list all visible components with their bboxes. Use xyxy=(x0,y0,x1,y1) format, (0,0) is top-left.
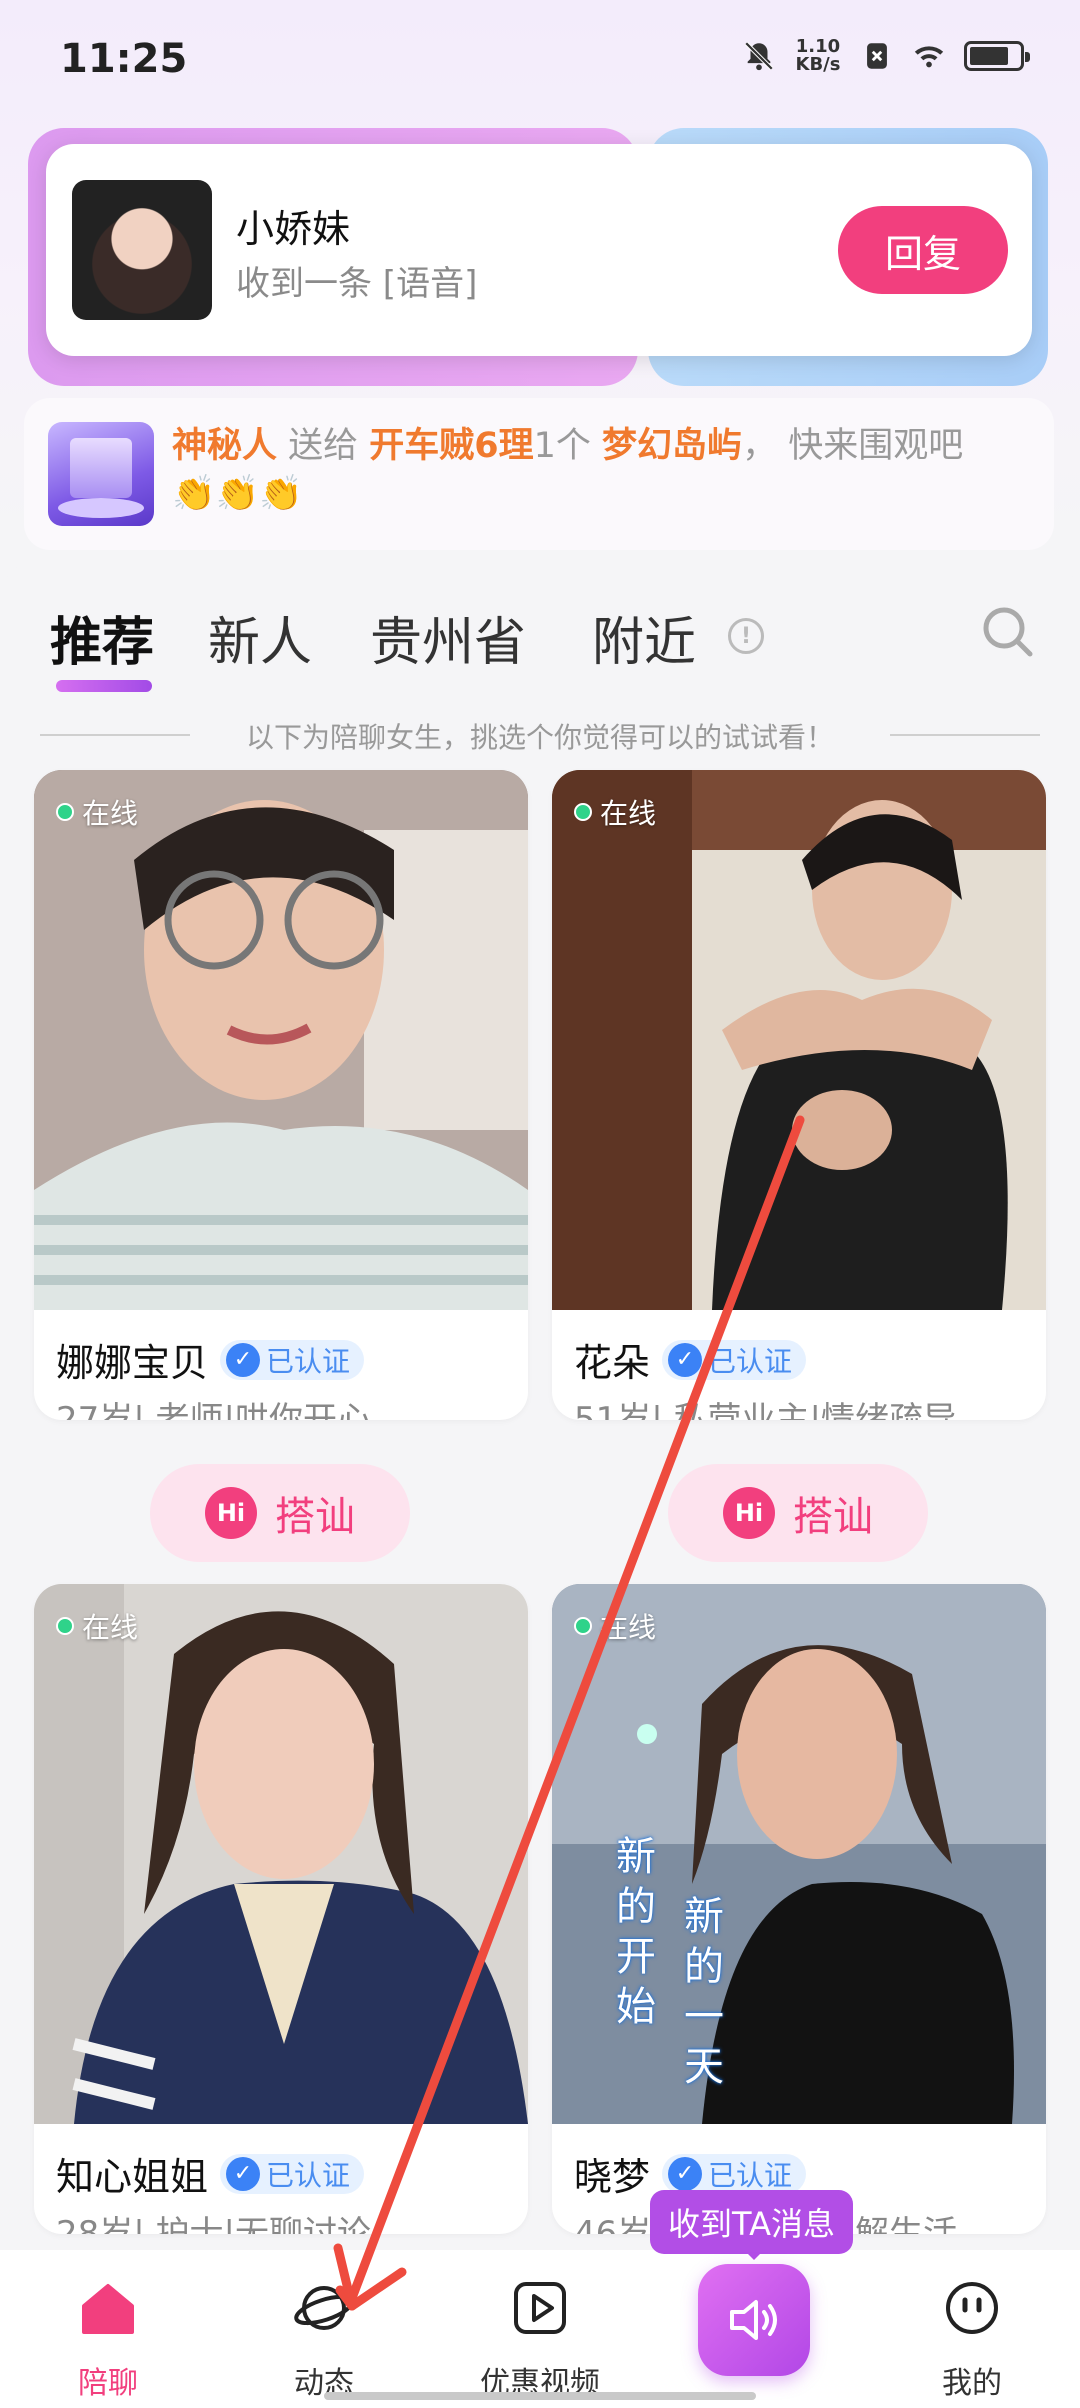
wifi-icon xyxy=(914,46,944,68)
profile-name: 娜娜宝贝 xyxy=(56,1341,209,1385)
verified-badge: ✓ 已认证 xyxy=(662,1339,807,1380)
search-icon[interactable] xyxy=(980,604,1036,660)
online-label: 在线 xyxy=(600,797,657,830)
category-tabs: 推荐 新人 贵州省 附近 xyxy=(0,600,1080,696)
reply-button[interactable]: 回复 xyxy=(838,206,1008,294)
online-dot xyxy=(574,803,592,821)
greet-button[interactable]: Hi 搭讪 xyxy=(150,1464,410,1562)
gift-receiver: 开车贼6理 xyxy=(369,426,534,466)
verified-badge: ✓ 已认证 xyxy=(220,2153,365,2194)
hint-divider-right xyxy=(890,734,1040,736)
gift-suffix: ， 快来围观吧 xyxy=(742,426,964,466)
online-status: 在线 xyxy=(574,792,656,832)
hi-icon: Hi xyxy=(205,1487,257,1539)
clap-emoji: 👏👏👏 xyxy=(172,474,303,514)
tab-province[interactable]: 贵州省 xyxy=(370,600,526,675)
online-status: 在线 xyxy=(574,1606,656,1646)
verified-check-icon: ✓ xyxy=(668,2156,703,2191)
gift-name: 梦幻岛屿 xyxy=(602,426,743,466)
online-status: 在线 xyxy=(56,1606,138,1646)
profile-photo xyxy=(34,1584,528,2124)
greet-button[interactable]: Hi 搭讪 xyxy=(668,1464,928,1562)
nav-chat[interactable]: 陪聊 xyxy=(28,2276,188,2402)
verified-badge: ✓ 已认证 xyxy=(220,1339,365,1380)
status-bar: 11:25 1.10 KB/s xyxy=(0,0,1080,120)
avatar xyxy=(72,180,212,320)
info-icon[interactable]: ! xyxy=(728,618,764,654)
sim-disabled-icon xyxy=(867,43,887,69)
profile-card[interactable]: 在线 娜娜宝贝 ✓ 已认证 27岁| 老师|哄你开心 xyxy=(34,770,528,1420)
profile-card[interactable]: 在线 知心姐姐 ✓ 已认证 28岁| 护士|无聊讨论 xyxy=(34,1584,528,2234)
photo-caption-start: 新的开始 xyxy=(616,1834,656,2030)
play-icon xyxy=(514,2282,566,2334)
nav-profile[interactable]: 我的 xyxy=(892,2276,1052,2402)
verified-check-icon: ✓ xyxy=(226,1342,261,1377)
profile-name: 知心姐姐 xyxy=(56,2155,209,2199)
card-name-row: 知心姐姐 ✓ 已认证 xyxy=(56,2146,365,2201)
battery-icon xyxy=(964,41,1030,71)
status-time: 11:25 xyxy=(60,36,188,82)
verified-check-icon: ✓ xyxy=(668,1342,703,1377)
profile-details: 28岁| 护士|无聊讨论 xyxy=(56,2214,371,2234)
message-notification[interactable]: 小娇妹 收到一条 [语音] 回复 xyxy=(46,144,1032,356)
mute-bell-icon xyxy=(744,41,774,71)
profile-card[interactable]: 在线 新的开始 新的一天 晓梦 ✓已认证 46岁| 私营业主|了解生活 xyxy=(552,1584,1046,2234)
gift-count: 1个 xyxy=(533,426,603,466)
nav-profile-label: 我的 xyxy=(942,2366,1002,2401)
online-status: 在线 xyxy=(56,792,138,832)
profile-photo xyxy=(552,770,1046,1310)
online-dot xyxy=(56,803,74,821)
profile-card[interactable]: 在线 花朵 ✓ 已认证 51岁| 私营业主|情绪疏导 xyxy=(552,770,1046,1420)
gift-island-icon xyxy=(48,422,154,526)
tab-nearby[interactable]: 附近 xyxy=(592,600,696,675)
active-tab-indicator xyxy=(56,680,152,692)
verified-label: 已认证 xyxy=(708,1344,793,1378)
gift-broadcast-text: 神秘人 送给 开车贼6理1个 梦幻岛屿， 快来围观吧 👏👏👏 xyxy=(172,422,1002,518)
gift-verb: 送给 xyxy=(277,426,370,466)
notification-message: 收到一条 [语音] xyxy=(236,264,478,304)
nav-moments[interactable]: 动态 xyxy=(244,2276,404,2402)
hi-icon: Hi xyxy=(723,1487,775,1539)
gift-sender: 神秘人 xyxy=(172,426,278,466)
verified-label: 已认证 xyxy=(266,2158,351,2192)
speaker-icon xyxy=(730,2300,777,2340)
profile-details: 51岁| 私营业主|情绪疏导 xyxy=(574,1400,957,1420)
verified-label: 已认证 xyxy=(708,2158,793,2192)
home-indicator[interactable] xyxy=(324,2392,756,2400)
verified-check-icon: ✓ xyxy=(226,2156,261,2191)
gift-broadcast[interactable]: 神秘人 送给 开车贼6理1个 梦幻岛屿， 快来围观吧 👏👏👏 xyxy=(24,398,1054,550)
photo-caption-day: 新的一天 xyxy=(684,1894,724,2090)
card-name-row: 娜娜宝贝 ✓ 已认证 xyxy=(56,1332,365,1387)
network-speed: 1.10 KB/s xyxy=(794,38,842,74)
profile-name: 花朵 xyxy=(574,1341,651,1385)
tab-recommend[interactable]: 推荐 xyxy=(50,600,154,675)
hint-text: 以下为陪聊女生，挑选个你觉得可以的试试看！ xyxy=(245,721,834,754)
verified-badge: ✓ 已认证 xyxy=(662,2153,807,2194)
tab-newcomers[interactable]: 新人 xyxy=(208,600,312,675)
greet-label: 搭讪 xyxy=(275,1494,355,1540)
online-label: 在线 xyxy=(600,1611,657,1644)
message-tip[interactable]: 收到TA消息 xyxy=(650,2190,853,2260)
online-label: 在线 xyxy=(82,1611,139,1644)
network-speed-unit: KB/s xyxy=(795,54,841,75)
online-dot xyxy=(574,1617,592,1635)
status-icons: 1.10 KB/s xyxy=(742,38,1030,74)
verified-label: 已认证 xyxy=(266,1344,351,1378)
planet-icon xyxy=(294,2286,354,2330)
profile-details: 27岁| 老师|哄你开心 xyxy=(56,1400,371,1420)
sender-name: 小娇妹 xyxy=(236,207,351,251)
profile-photo xyxy=(34,770,528,1310)
greet-label: 搭讪 xyxy=(793,1494,873,1540)
nav-video[interactable]: 优惠视频 xyxy=(460,2276,620,2402)
nav-chat-label: 陪聊 xyxy=(78,2366,138,2401)
face-icon xyxy=(946,2282,998,2334)
profile-name: 晓梦 xyxy=(574,2155,651,2199)
online-label: 在线 xyxy=(82,797,139,830)
card-name-row: 花朵 ✓ 已认证 xyxy=(574,1332,807,1387)
online-dot xyxy=(56,1617,74,1635)
voice-match-button[interactable] xyxy=(698,2264,810,2376)
home-icon xyxy=(82,2284,134,2334)
